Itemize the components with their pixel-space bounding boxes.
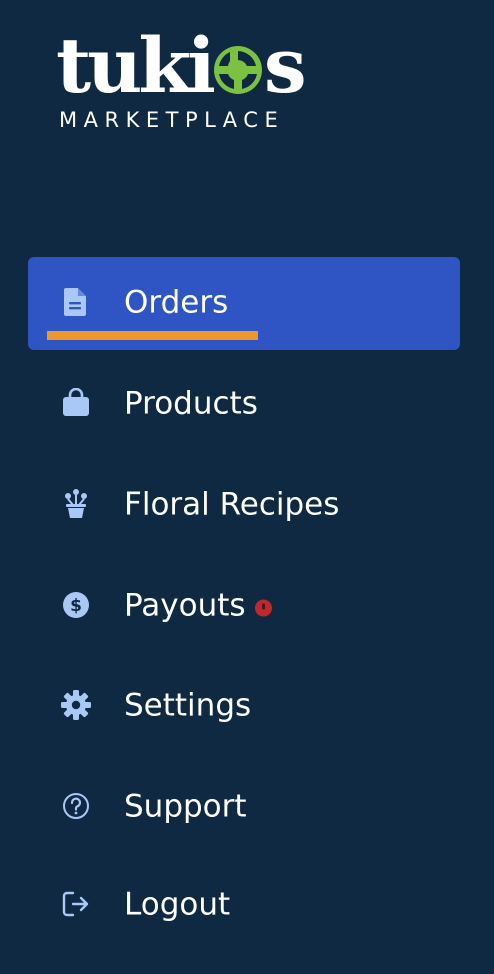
active-underline	[47, 331, 258, 340]
sidebar-item-support[interactable]: Support	[28, 761, 460, 854]
sidebar-item-label: Settings	[124, 687, 252, 724]
sidebar-item-payouts[interactable]: $ Payouts	[28, 560, 460, 653]
sidebar-item-orders[interactable]: Orders	[28, 257, 460, 350]
shopping-bag-icon	[60, 387, 92, 419]
alert-dot-icon	[254, 599, 272, 617]
logo-swirl-icon	[213, 46, 262, 94]
sidebar-item-label: Payouts	[124, 587, 246, 624]
sidebar-item-label: Products	[124, 385, 258, 422]
sidebar: tuki s MARKETPLACE Orders Products Flora…	[0, 0, 494, 974]
sidebar-item-settings[interactable]: Settings	[28, 660, 460, 753]
logout-icon	[60, 888, 92, 920]
logo-wordmark: tuki s	[56, 21, 307, 110]
sidebar-item-logout[interactable]: Logout	[28, 859, 460, 952]
dollar-circle-icon: $	[60, 589, 92, 621]
question-circle-icon	[60, 790, 92, 822]
sidebar-item-label: Logout	[124, 886, 231, 923]
document-icon	[60, 286, 92, 318]
flower-pot-icon	[60, 488, 92, 520]
sidebar-item-floral-recipes[interactable]: Floral Recipes	[28, 459, 460, 552]
logo-subtitle: MARKETPLACE	[59, 108, 285, 132]
sidebar-item-label: Floral Recipes	[124, 486, 340, 523]
sidebar-item-label: Support	[124, 788, 247, 825]
svg-text:$: $	[70, 596, 82, 616]
sidebar-item-label: Orders	[124, 284, 229, 321]
gear-icon	[60, 689, 92, 721]
sidebar-item-label-wrap: Payouts	[124, 587, 272, 623]
sidebar-item-products[interactable]: Products	[28, 358, 460, 451]
tukios-logo[interactable]: tuki s MARKETPLACE	[56, 28, 326, 136]
